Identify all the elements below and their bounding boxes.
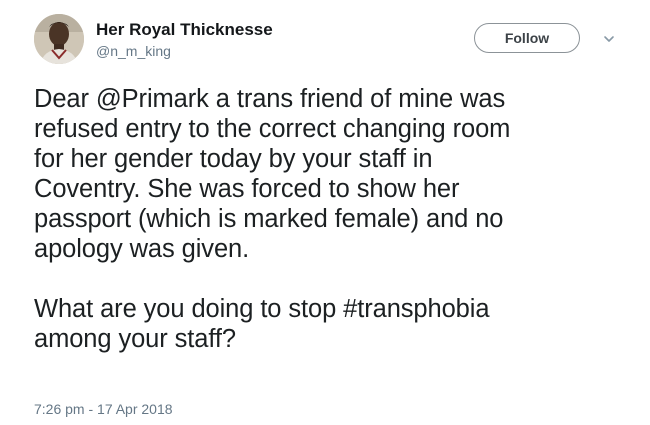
tweet-line: Dear @Primark a trans friend of mine was	[34, 84, 624, 114]
tweet-card: Her Royal Thicknesse @n_m_king Follow De…	[0, 0, 650, 425]
hashtag-link[interactable]: #transphobia	[343, 295, 489, 323]
tweet-line: Coventry. She was forced to show her	[34, 175, 460, 203]
avatar[interactable]	[34, 14, 84, 64]
tweet-text-fragment: What are you doing to stop	[34, 295, 344, 323]
tweet-text-fragment: Dear	[34, 85, 96, 113]
tweet-line: for her gender today by your staff in	[34, 145, 433, 173]
tweet-header: Her Royal Thicknesse @n_m_king Follow	[34, 14, 634, 68]
tweet-line: What are you doing to stop #transphobia	[34, 294, 624, 324]
mention-link[interactable]: @Primark	[96, 85, 209, 113]
tweet-line: among your staff?	[34, 325, 236, 353]
tweet-line: passport (which is marked female) and no	[34, 205, 504, 233]
author-handle[interactable]: @n_m_king	[96, 42, 273, 60]
tweet-timestamp[interactable]: 7:26 pm - 17 Apr 2018	[34, 400, 173, 418]
tweet-line: apology was given.	[34, 235, 250, 263]
author-names: Her Royal Thicknesse @n_m_king	[96, 20, 273, 60]
avatar-image	[34, 14, 84, 64]
chevron-down-icon[interactable]	[602, 32, 616, 46]
tweet-text-fragment: a trans friend of mine was	[208, 85, 506, 113]
tweet-line: refused entry to the correct changing ro…	[34, 115, 511, 143]
follow-button[interactable]: Follow	[474, 23, 580, 53]
tweet-text: Dear @Primark a trans friend of mine was…	[34, 84, 624, 354]
author-display-name[interactable]: Her Royal Thicknesse	[96, 20, 273, 40]
